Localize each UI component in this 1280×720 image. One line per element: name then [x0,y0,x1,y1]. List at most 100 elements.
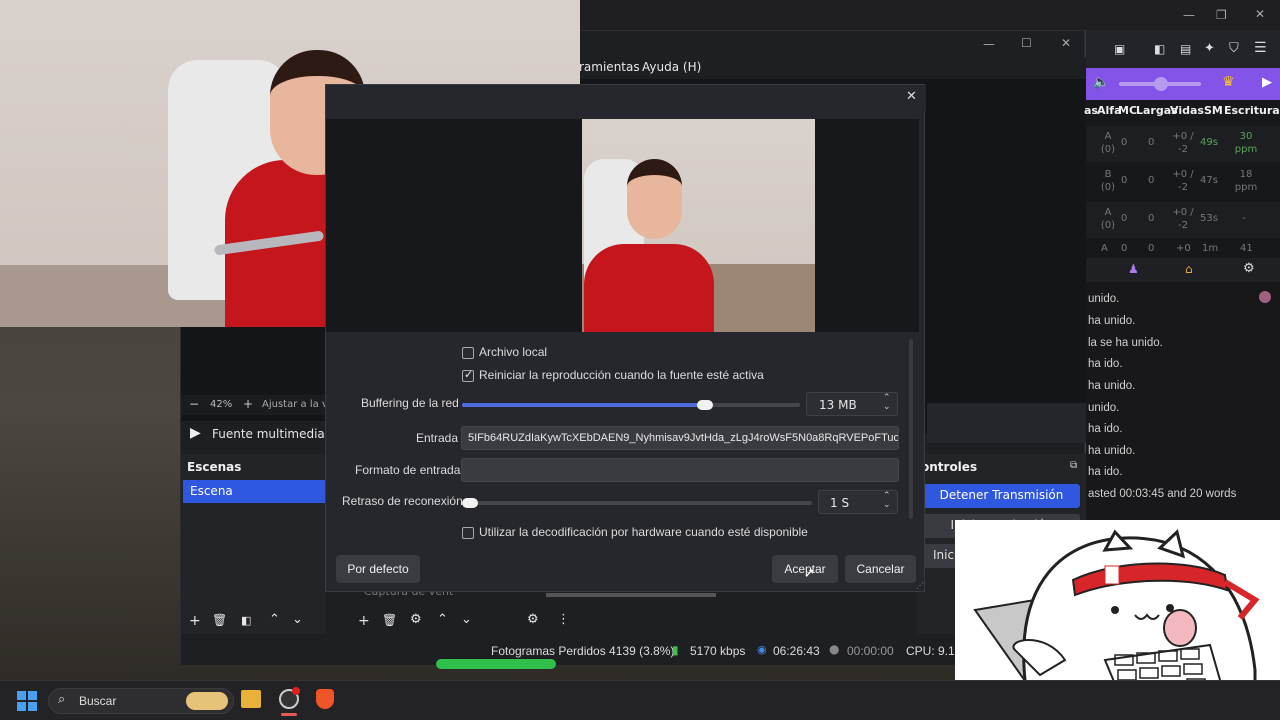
obs-minimize-icon[interactable]: — [983,37,995,51]
cancel-button[interactable]: Cancelar [845,555,916,583]
taskbar-search[interactable]: ⌕ Buscar [48,688,234,714]
screenshot-icon[interactable]: ▣ [1114,42,1125,56]
stream-time: 06:26:43 [773,644,820,658]
preview-shirt [584,244,714,332]
audio-meter [546,593,716,597]
cell: 47s [1200,175,1218,186]
spin-down-icon[interactable]: ⌄ [883,402,891,412]
source-down-icon[interactable]: ⌄ [461,612,472,627]
home-icon[interactable]: ⌂ [1185,262,1193,276]
menu-help[interactable]: Ayuda (H) [642,60,701,74]
scene-item[interactable]: Escena [183,480,326,503]
obs-maximize-icon[interactable]: ☐ [1021,36,1032,50]
chat-line: asted 00:03:45 and 20 words [1088,488,1237,500]
cell: +0 [1176,243,1191,254]
obs-close-icon[interactable]: ✕ [1061,36,1071,50]
zoom-out-button[interactable]: − [189,397,199,411]
add-scene-icon[interactable]: + [189,613,201,629]
wallet-icon[interactable]: ▤ [1180,42,1191,56]
sparkle-icon[interactable]: ✦ [1204,41,1215,56]
move-up-icon[interactable]: ⌃ [269,612,280,627]
avatar [1259,291,1271,303]
reconnect-slider-handle[interactable] [462,498,478,508]
stop-stream-button[interactable]: Detener Transmisión [923,484,1080,508]
add-source-icon[interactable]: + [358,613,370,629]
buffering-slider[interactable] [462,400,800,410]
source-toolbar-right [927,403,1086,443]
volume-icon[interactable]: 🔈 [1093,75,1109,90]
play-icon[interactable]: ▶ [1262,75,1272,90]
hw-decode-checkbox[interactable] [462,527,474,539]
reconnect-spinbox[interactable]: 1 S ⌃ ⌄ [818,490,898,514]
browser-toolbar: ▣ ◧ ▤ ✦ ⛉ ☰ [1086,30,1280,68]
badge-icon[interactable]: ♟ [1128,262,1139,276]
restart-label: Reiniciar la reproducción cuando la fuen… [479,368,764,382]
search-highlight-image [186,692,228,710]
settings-icon[interactable]: ⚙ [1243,261,1255,276]
menu-tools[interactable]: ramientas [579,60,640,74]
reconnect-slider[interactable] [462,498,812,508]
cell: A (0) [1100,207,1116,231]
sidebar-icon[interactable]: ◧ [1154,42,1165,56]
chat-line: unido. [1088,402,1120,414]
stream-icon: ◉ [757,643,767,656]
buffering-slider-handle[interactable] [697,400,714,410]
shield-icon[interactable]: ⛉ [1229,41,1239,56]
chat-line: ha ido. [1088,466,1123,478]
scenes-title: Escenas [187,460,242,474]
notification-dot [292,687,300,695]
minimize-icon[interactable]: — [1183,8,1195,22]
buffering-spinbox[interactable]: 13 MB ⌃ ⌄ [806,392,898,416]
obs-app-icon[interactable] [279,687,300,709]
zoom-value: 42% [210,399,233,410]
defaults-button[interactable]: Por defecto [336,555,420,583]
brave-browser-icon[interactable] [316,689,334,709]
move-down-icon[interactable]: ⌄ [292,612,303,627]
resize-grip-icon[interactable]: ⋰ [916,581,924,590]
source-name: Fuente multimedia 2 [212,427,337,441]
chat-tabs: ♟ ⌂ ⚙ [1086,258,1280,282]
input-format-label: Formato de entrada [355,463,461,477]
windows-start-icon[interactable] [17,691,37,711]
dialog-preview [326,119,919,332]
chat-line: ha unido. [1088,445,1136,457]
play-icon[interactable]: ▶ [190,425,201,441]
cell: 0 [1121,175,1128,186]
restore-icon[interactable]: ❐ [1216,8,1227,22]
dialog-titlebar: ✕ [326,85,926,111]
spin-down-icon[interactable]: ⌄ [883,500,891,510]
scenes-dock: Escenas Escena [181,454,326,634]
buffering-value: 13 MB [819,398,857,412]
remove-source-icon[interactable]: 🗑 [382,613,397,627]
dialog-preview-video [582,119,815,332]
chat-line: ha unido. [1088,380,1136,392]
close-icon[interactable]: ✕ [1255,7,1265,21]
dock-float-icon[interactable]: ⧉ [1070,460,1077,471]
source-up-icon[interactable]: ⌃ [437,612,448,627]
dialog-close-icon[interactable]: ✕ [906,89,917,104]
dialog-scrollbar[interactable] [909,339,913,519]
reconnect-label: Retraso de reconexión [342,494,463,508]
file-explorer-icon[interactable] [241,690,261,708]
chat-line: ha ido. [1088,358,1123,370]
restart-checkbox[interactable] [462,368,474,382]
chat-line: ha ido. [1088,423,1123,435]
filter-icon[interactable]: ◧ [241,614,251,627]
audio-settings-icon[interactable]: ⚙ [527,612,539,627]
audio-menu-icon[interactable]: ⋮ [557,612,570,627]
volume-handle[interactable] [1154,77,1168,91]
zoom-in-button[interactable]: + [243,397,253,411]
scene-item-label: Escena [190,484,233,498]
source-toolbar: ▶ Fuente multimedia 2 [181,421,336,447]
crown-icon[interactable]: ♛ [1222,74,1235,90]
cell: 18 ppm [1234,169,1258,193]
cell: 53s [1200,213,1218,224]
chat-log: unido. ha unido. la se ha unido. ha ido.… [1086,282,1280,525]
input-field[interactable]: 5IFb64RUZdIaKywTcXEbDAEN9_Nyhmisav9JvtHd… [461,426,899,450]
remove-scene-icon[interactable]: 🗑 [212,613,227,627]
source-settings-icon[interactable]: ⚙ [410,612,422,627]
input-format-field[interactable] [461,458,899,482]
controls-title: ontroles [921,460,978,474]
menu-icon[interactable]: ☰ [1254,40,1267,56]
local-file-checkbox[interactable] [462,347,474,359]
